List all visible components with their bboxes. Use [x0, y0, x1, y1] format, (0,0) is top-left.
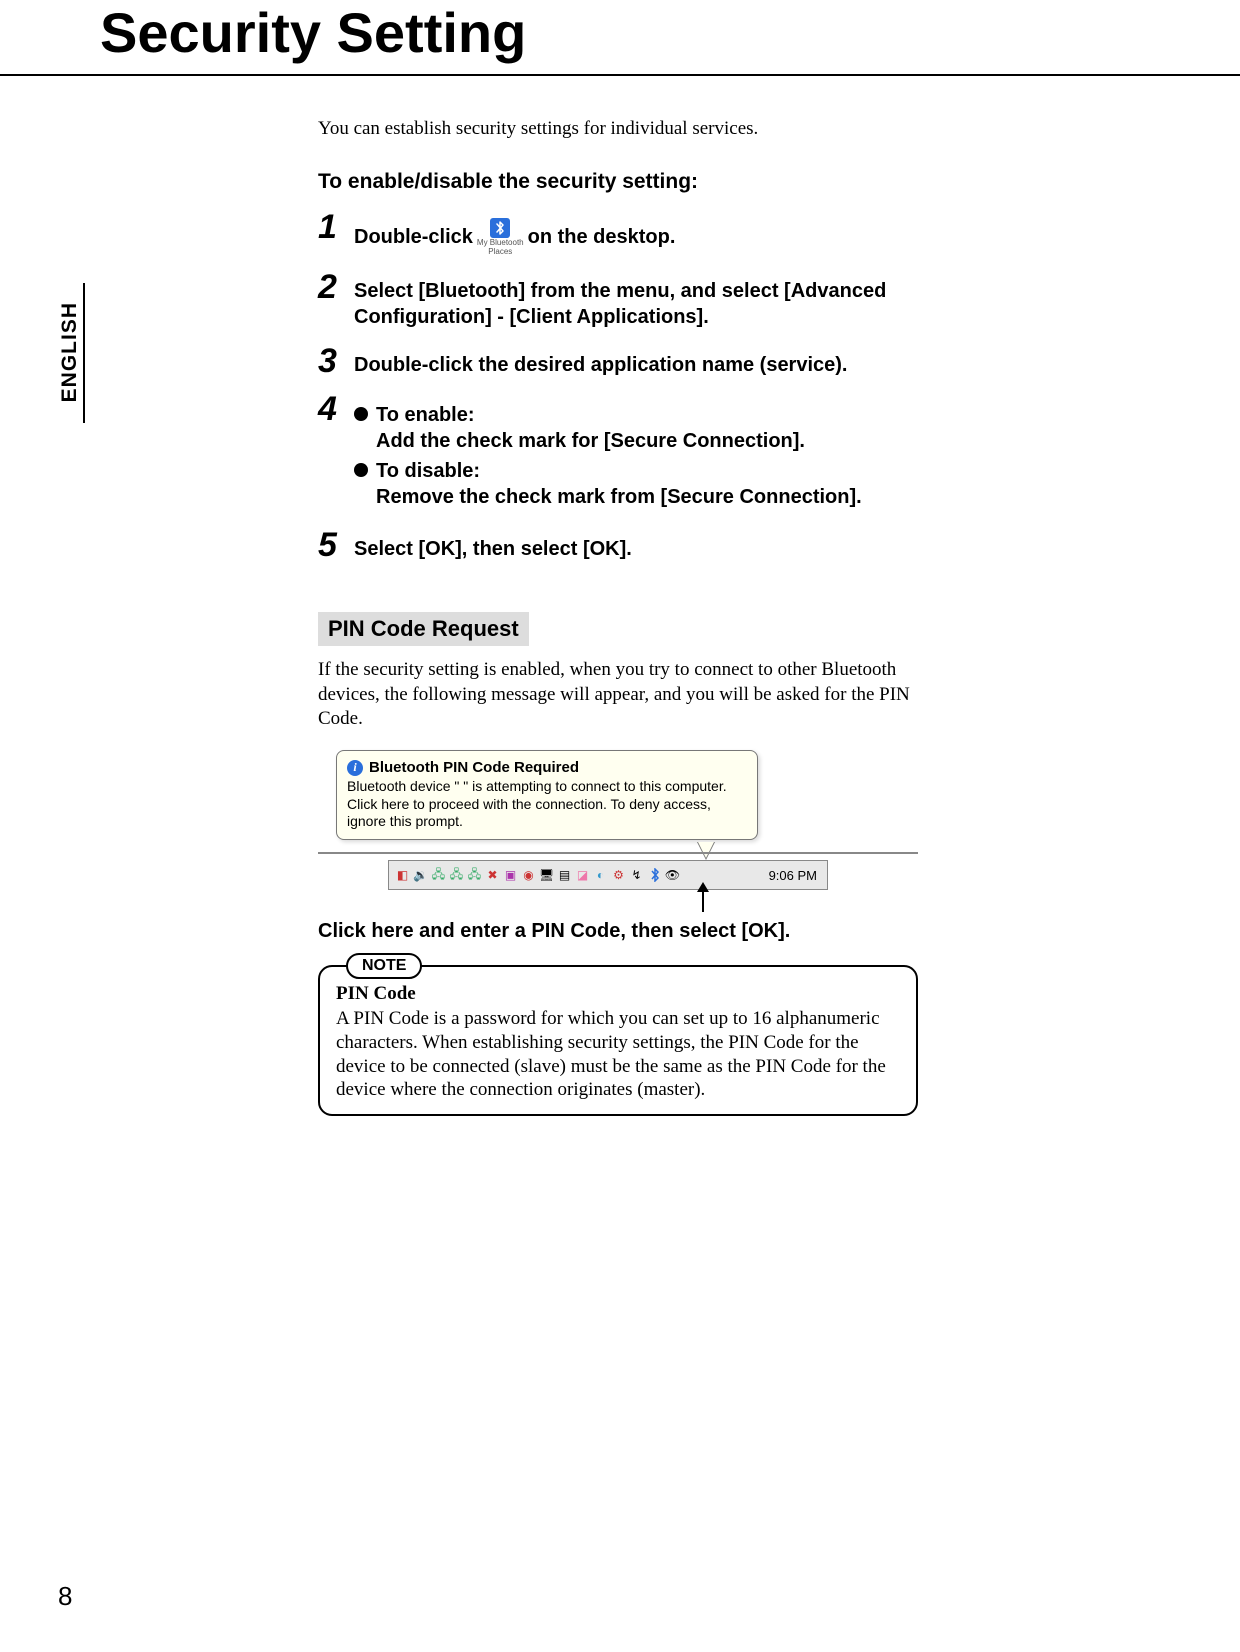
- tray-icon: ✖: [485, 868, 500, 883]
- tray-icon: ▤: [557, 868, 572, 883]
- page-number: 8: [58, 1581, 72, 1612]
- note-label: NOTE: [346, 953, 422, 979]
- step-number: 2: [318, 270, 354, 304]
- step-body: Select [OK], then select [OK].: [354, 528, 632, 562]
- content-column: You can establish security settings for …: [318, 118, 918, 1116]
- tray-icon: 👁: [665, 868, 680, 883]
- bullet-item-enable: To enable:: [354, 402, 862, 428]
- step-3: 3 Double-click the desired application n…: [318, 344, 918, 378]
- my-bluetooth-places-icon: My Bluetooth Places: [477, 218, 524, 256]
- tray-volume-icon: 🔉: [413, 868, 428, 883]
- step-5: 5 Select [OK], then select [OK].: [318, 528, 918, 562]
- bullet-label: To disable:: [376, 458, 480, 484]
- tray-bluetooth-icon: [647, 868, 662, 883]
- step-body: Double-click the desired application nam…: [354, 344, 848, 378]
- tray-icon: ◪: [575, 868, 590, 883]
- bullet-dot-icon: [354, 463, 368, 477]
- step-text-after: on the desktop.: [528, 224, 676, 250]
- tray-icon: ▣: [503, 868, 518, 883]
- step-number: 1: [318, 210, 354, 244]
- note-box: NOTE PIN Code A PIN Code is a password f…: [318, 965, 918, 1116]
- intro-text: You can establish security settings for …: [318, 118, 918, 140]
- tray-icon: ◐: [593, 868, 608, 883]
- bullet-subtext: Remove the check mark from [Secure Conne…: [376, 484, 862, 510]
- balloon-tail: [698, 842, 714, 858]
- title-rule: [0, 74, 1240, 76]
- tray-icon: ◧: [395, 868, 410, 883]
- step-body: Double-click My Bluetooth Places on the …: [354, 210, 675, 256]
- bullet-label: To enable:: [376, 402, 475, 428]
- step-text-before: Double-click: [354, 224, 473, 250]
- step-number: 4: [318, 392, 354, 426]
- language-tab-border: [83, 283, 85, 423]
- balloon-title: Bluetooth PIN Code Required: [369, 759, 579, 776]
- step-body: To enable: Add the check mark for [Secur…: [354, 392, 862, 514]
- note-heading: PIN Code: [336, 983, 900, 1005]
- tray-network-icon: 🖧: [467, 868, 482, 883]
- bullet-subtext: Add the check mark for [Secure Connectio…: [376, 428, 862, 454]
- page-title: Security Setting: [100, 0, 526, 65]
- tray-icon: ↯: [629, 868, 644, 883]
- bullet-dot-icon: [354, 407, 368, 421]
- tray-network-icon: 🖧: [431, 868, 446, 883]
- tray-monitor-icon: 🖥: [539, 868, 554, 883]
- step-1: 1 Double-click My Bluetooth Places on th…: [318, 210, 918, 256]
- icon-caption-top: My Bluetooth: [477, 239, 524, 247]
- step-number: 5: [318, 528, 354, 562]
- notification-balloon: i Bluetooth PIN Code Required Bluetooth …: [336, 750, 758, 840]
- icon-caption-bottom: Places: [488, 248, 512, 256]
- note-body: A PIN Code is a password for which you c…: [336, 1007, 900, 1102]
- tray-icon: ◉: [521, 868, 536, 883]
- balloon-body: Bluetooth device " " is attempting to co…: [347, 778, 747, 831]
- procedure-heading: To enable/disable the security setting:: [318, 170, 918, 194]
- tray-clock: 9:06 PM: [765, 868, 821, 883]
- pin-illustration: i Bluetooth PIN Code Required Bluetooth …: [318, 750, 918, 910]
- pin-section-heading: PIN Code Request: [318, 612, 529, 646]
- pin-section-body: If the security setting is enabled, when…: [318, 658, 918, 732]
- step-body: Select [Bluetooth] from the menu, and se…: [354, 270, 918, 330]
- tray-network-icon: 🖧: [449, 868, 464, 883]
- taskbar-rule: [318, 852, 918, 854]
- bullet-item-disable: To disable:: [354, 458, 862, 484]
- pointer-arrow-icon: [702, 890, 704, 912]
- tray-gear-icon: ⚙: [611, 868, 626, 883]
- step-2: 2 Select [Bluetooth] from the menu, and …: [318, 270, 918, 330]
- step-4: 4 To enable: Add the check mark for [Sec…: [318, 392, 918, 514]
- system-tray: ◧ 🔉 🖧 🖧 🖧 ✖ ▣ ◉ 🖥 ▤ ◪ ◐ ⚙ ↯ 👁 9:06 PM: [388, 860, 828, 890]
- step-number: 3: [318, 344, 354, 378]
- click-caption: Click here and enter a PIN Code, then se…: [318, 920, 918, 943]
- language-tab: ENGLISH: [58, 302, 82, 402]
- bluetooth-icon: [490, 218, 510, 238]
- info-icon: i: [347, 760, 363, 776]
